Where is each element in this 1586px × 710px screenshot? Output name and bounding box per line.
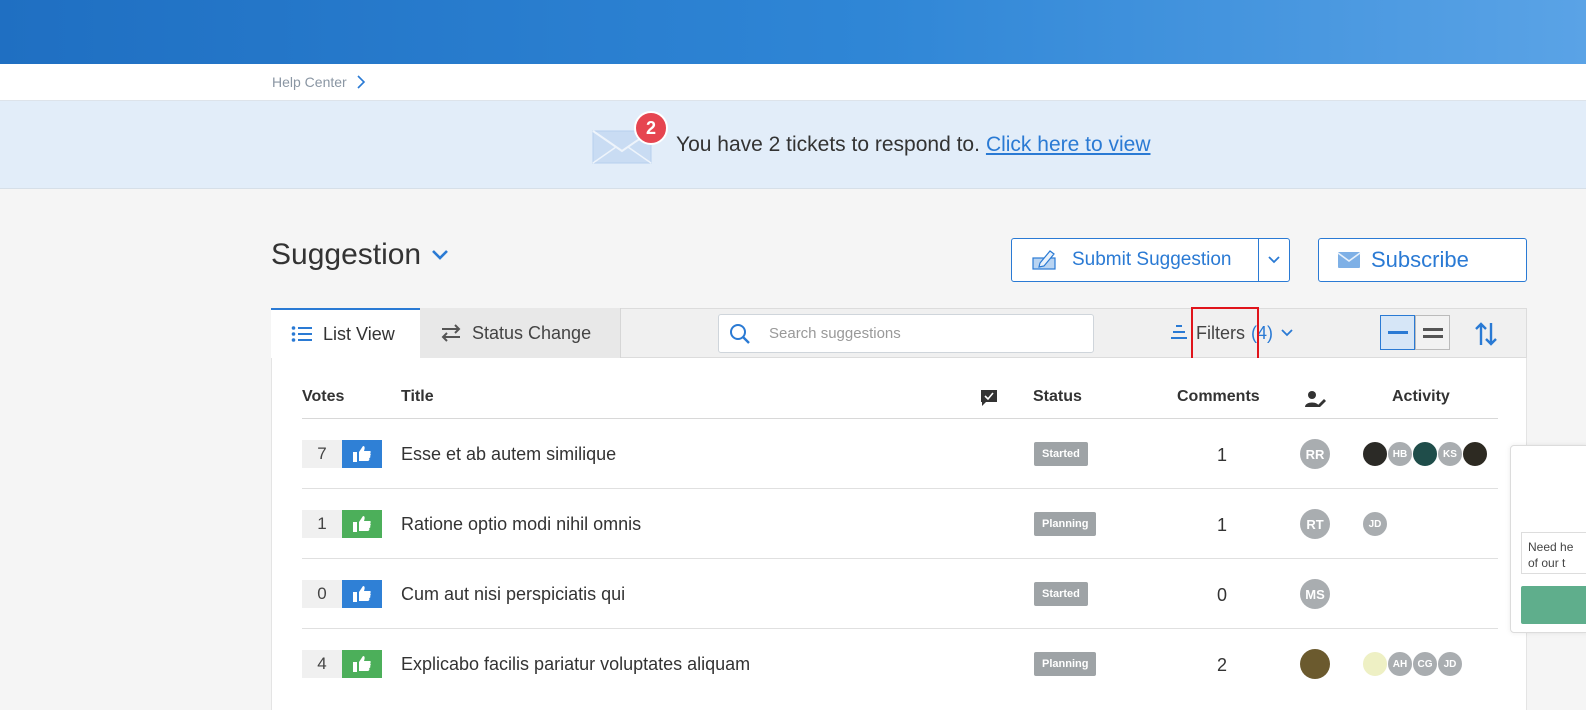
submit-options-dropdown[interactable] [1258, 239, 1289, 281]
avatar: HB [1387, 441, 1413, 467]
status-badge: Started [1034, 442, 1088, 466]
ticket-notice-banner: 2 You have 2 tickets to respond to. Clic… [0, 101, 1586, 189]
ticket-count-badge: 2 [634, 111, 668, 145]
activity-avatars: JD [1362, 511, 1388, 537]
upvote-button[interactable] [342, 580, 382, 608]
avatar [1462, 441, 1488, 467]
chevron-down-icon [432, 250, 449, 260]
assignee-avatar: RT [1300, 509, 1330, 539]
header-title[interactable]: Title [401, 388, 434, 406]
suggestion-title[interactable]: Esse et ab autem similique [401, 444, 616, 465]
table-row[interactable]: 4 Explicabo facilis pariatur voluptates … [302, 629, 1498, 699]
header-votes[interactable]: Votes [302, 388, 344, 406]
suggestions-table: Votes Title Status Comments Activity 7 E… [271, 358, 1527, 710]
tab-list-view-label: List View [323, 323, 395, 344]
header-status[interactable]: Status [1033, 388, 1082, 406]
suggestion-title[interactable]: Explicabo facilis pariatur voluptates al… [401, 654, 750, 675]
chevron-down-icon [1281, 329, 1293, 337]
activity-avatars: AH CG JD [1362, 651, 1463, 677]
page-title-dropdown[interactable]: Suggestion [271, 238, 449, 272]
status-badge: Planning [1034, 512, 1097, 536]
search-icon [730, 323, 750, 344]
thumbs-up-icon [353, 586, 371, 602]
avatar: JD [1437, 651, 1463, 677]
thumbs-up-icon [353, 446, 371, 462]
filters-count: (4) [1251, 322, 1273, 343]
status-badge: Started [1034, 582, 1088, 606]
avatar: CG [1412, 651, 1438, 677]
assignee-avatar [1300, 649, 1330, 679]
chevron-down-icon [1268, 256, 1280, 264]
comment-count: 1 [1216, 515, 1227, 535]
swap-arrows-icon [441, 324, 461, 342]
assignee-avatar: RR [1300, 439, 1330, 469]
avatar [1412, 441, 1438, 467]
top-header-bar [0, 0, 1586, 64]
vote-count: 4 [302, 650, 342, 678]
avatar [1362, 651, 1388, 677]
subscribe-button[interactable]: Subscribe [1318, 238, 1527, 282]
help-chat-widget: Need he of our t [1510, 445, 1586, 633]
avatar: KS [1437, 441, 1463, 467]
table-row[interactable]: 1 Ratione optio modi nihil omnis Plannin… [302, 489, 1498, 559]
notice-text: You have 2 tickets to respond to. [676, 133, 980, 156]
tab-status-change-label: Status Change [472, 322, 592, 343]
avatar: JD [1362, 511, 1388, 537]
suggestion-toolbar: List View Status Change Filters (4) [271, 307, 1527, 364]
submit-suggestion-group: Submit Suggestion [1011, 238, 1290, 282]
upvote-button[interactable] [342, 650, 382, 678]
search-box [718, 314, 1094, 353]
avatar [1362, 441, 1388, 467]
edit-form-icon [1032, 250, 1056, 270]
filters-label: Filters [1196, 322, 1245, 343]
page-title: Suggestion [271, 238, 422, 271]
thumbs-up-icon [353, 656, 371, 672]
upvote-button[interactable] [342, 440, 382, 468]
filters-button[interactable]: Filters (4) [1170, 309, 1293, 357]
view-tickets-link[interactable]: Click here to view [986, 133, 1151, 157]
breadcrumb-bar: Help Center [0, 64, 1586, 101]
user-edit-icon [1305, 391, 1326, 407]
mail-icon [1337, 252, 1361, 268]
envelope-icon: 2 [592, 111, 668, 165]
help-widget-text: Need he of our t [1521, 532, 1586, 574]
suggestion-title[interactable]: Ratione optio modi nihil omnis [401, 514, 641, 535]
submit-suggestion-button[interactable]: Submit Suggestion [1012, 239, 1258, 281]
header-activity[interactable]: Activity [1392, 388, 1450, 406]
activity-avatars: HB KS [1362, 441, 1488, 467]
upvote-button[interactable] [342, 510, 382, 538]
double-line-icon [1422, 327, 1443, 338]
chevron-right-icon [357, 75, 365, 89]
sort-icon[interactable] [1474, 321, 1498, 347]
tab-status-change[interactable]: Status Change [420, 308, 621, 358]
breadcrumb-help-center[interactable]: Help Center [272, 74, 347, 90]
table-row[interactable]: 0 Cum aut nisi perspiciatis qui Started … [302, 559, 1498, 629]
filter-icon [1171, 325, 1187, 339]
vote-count: 0 [302, 580, 342, 608]
comment-count: 1 [1216, 445, 1227, 465]
status-badge: Planning [1034, 652, 1097, 676]
avatar: AH [1387, 651, 1413, 677]
subscribe-label: Subscribe [1371, 247, 1469, 272]
help-widget-button[interactable] [1521, 586, 1586, 624]
vote-count: 7 [302, 440, 342, 468]
submit-suggestion-label: Submit Suggestion [1072, 249, 1232, 270]
breadcrumb: Help Center [272, 74, 367, 90]
assignee-avatar: MS [1300, 579, 1330, 609]
list-icon [291, 326, 312, 342]
vote-count: 1 [302, 510, 342, 538]
header-comments[interactable]: Comments [1177, 388, 1260, 406]
table-row[interactable]: 7 Esse et ab autem similique Started 1 R… [302, 419, 1498, 489]
search-input[interactable] [769, 325, 1069, 342]
tab-list-view[interactable]: List View [271, 308, 420, 358]
comment-count: 0 [1216, 585, 1227, 605]
suggestion-title[interactable]: Cum aut nisi perspiciatis qui [401, 584, 625, 605]
expanded-view-button[interactable] [1415, 315, 1450, 350]
comment-count: 2 [1216, 655, 1227, 675]
density-toggle [1380, 315, 1450, 350]
comment-icon [981, 390, 997, 406]
compact-view-button[interactable] [1380, 315, 1415, 350]
thumbs-up-icon [353, 516, 371, 532]
single-line-icon [1387, 330, 1408, 334]
